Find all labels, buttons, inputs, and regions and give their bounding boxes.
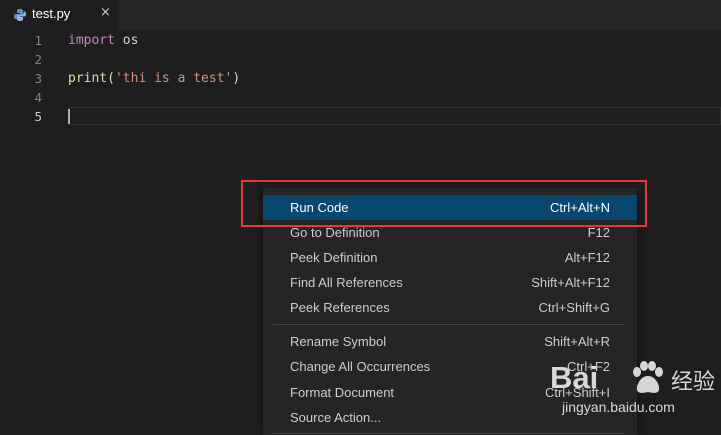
menu-item-shortcut: F12 <box>587 225 610 240</box>
code-token: ( <box>107 71 115 86</box>
close-icon[interactable]: × <box>100 5 111 20</box>
menu-item-shortcut: Ctrl+Shift+I <box>544 385 610 400</box>
tab-test-py[interactable]: test.py × <box>0 0 118 30</box>
code-line[interactable]: 5 <box>0 107 721 126</box>
menu-item-go-to-definition[interactable]: Go to Definition F12 <box>263 220 637 245</box>
menu-item-format-document[interactable]: Format Document Ctrl+Shift+I <box>263 380 637 405</box>
code-token: import <box>68 33 115 48</box>
menu-item-peek-references[interactable]: Peek References Ctrl+Shift+G <box>263 295 637 320</box>
menu-item-label: Format Document <box>290 385 395 400</box>
code-line[interactable]: 1 import os <box>0 31 721 50</box>
menu-item-shortcut: Shift+Alt+F12 <box>531 275 610 290</box>
menu-item-shortcut: Shift+Alt+R <box>544 334 610 349</box>
menu-item-label: Peek References <box>290 300 390 315</box>
menu-item-label: Change All Occurrences <box>290 359 431 374</box>
tab-label: test.py <box>32 6 71 21</box>
code-token: print <box>68 71 108 86</box>
line-number: 5 <box>34 109 42 124</box>
code-line[interactable]: 4 <box>0 88 721 107</box>
menu-item-label: Go to Definition <box>290 225 380 240</box>
menu-separator <box>273 433 625 434</box>
python-file-icon <box>14 9 26 21</box>
menu-item-shortcut: Ctrl+F2 <box>567 359 610 374</box>
tab-bar: test.py × <box>0 0 721 30</box>
menu-item-find-all-references[interactable]: Find All References Shift+Alt+F12 <box>263 270 637 295</box>
menu-item-rename-symbol[interactable]: Rename Symbol Shift+Alt+R <box>263 329 637 354</box>
menu-item-peek-definition[interactable]: Peek Definition Alt+F12 <box>263 245 637 270</box>
code-text: import os <box>68 31 138 50</box>
line-number: 4 <box>34 90 42 105</box>
menu-item-shortcut: Ctrl+Shift+G <box>538 300 610 315</box>
menu-item-label: Run Code <box>290 200 349 215</box>
menu-item-change-all-occurrences[interactable]: Change All Occurrences Ctrl+F2 <box>263 354 637 379</box>
menu-item-run-code[interactable]: Run Code Ctrl+Alt+N <box>263 195 637 220</box>
context-menu: Run Code Ctrl+Alt+N Go to Definition F12 Pee… <box>263 188 637 435</box>
code-line[interactable]: 3 print('thi is a test') <box>0 69 721 88</box>
menu-item-label: Peek Definition <box>290 250 378 265</box>
line-number: 2 <box>34 52 42 67</box>
code-line[interactable]: 2 <box>0 50 721 69</box>
menu-item-label: Source Action... <box>290 410 382 425</box>
code-token: 'thi is a test' <box>114 71 233 86</box>
line-number: 1 <box>34 33 42 48</box>
menu-item-source-action[interactable]: Source Action... <box>263 405 637 430</box>
menu-item-label: Find All References <box>290 275 403 290</box>
code-token: os <box>114 33 139 48</box>
code-token: ) <box>232 71 241 86</box>
code-text: print('thi is a test') <box>68 69 240 88</box>
line-number: 3 <box>34 71 42 86</box>
menu-item-shortcut: Alt+F12 <box>564 250 610 265</box>
menu-separator <box>273 324 625 325</box>
menu-item-label: Rename Symbol <box>290 334 387 349</box>
menu-item-shortcut: Ctrl+Alt+N <box>550 200 610 215</box>
